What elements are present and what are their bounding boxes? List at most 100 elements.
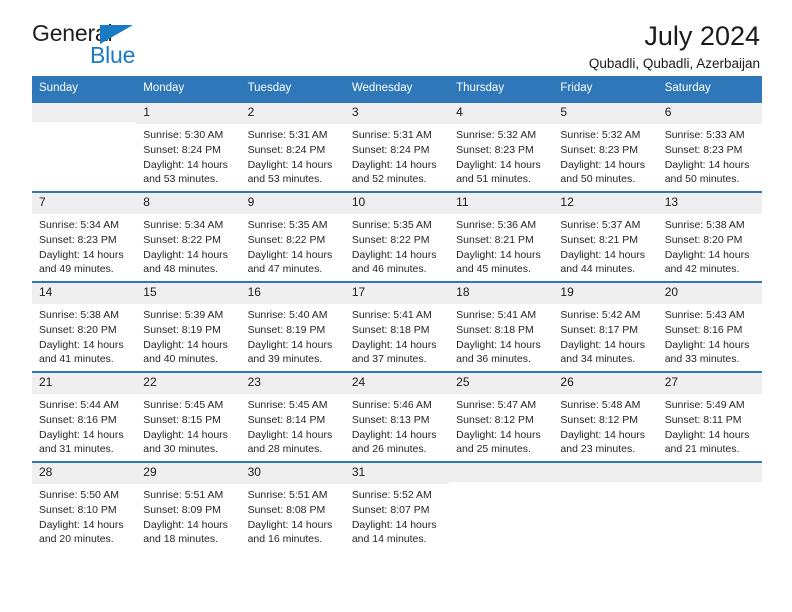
calendar-day-cell[interactable]: 15 Sunrise: 5:39 AM Sunset: 8:19 PM Dayligh… bbox=[136, 282, 241, 371]
daylight-text-line1: Daylight: 14 hours bbox=[351, 518, 437, 531]
daylight-text-line1: Daylight: 14 hours bbox=[351, 248, 437, 261]
day-number: 19 bbox=[553, 282, 658, 304]
daylight-text-line2: and 40 minutes. bbox=[143, 353, 218, 366]
day-number: 5 bbox=[553, 102, 658, 124]
daylight-text-line2: and 20 minutes. bbox=[39, 533, 114, 546]
calendar-day-cell[interactable]: 27 Sunrise: 5:49 AM Sunset: 8:11 PM Dayligh… bbox=[657, 372, 762, 461]
calendar-day-cell[interactable]: 9 Sunrise: 5:35 AM Sunset: 8:22 PM Daylight… bbox=[240, 192, 345, 281]
calendar-day-cell[interactable]: 26 Sunrise: 5:48 AM Sunset: 8:12 PM Dayligh… bbox=[553, 372, 658, 461]
day-details: Sunrise: 5:52 AM Sunset: 8:07 PM Daylight:… bbox=[345, 484, 449, 548]
sunrise-text: Sunrise: 5:39 AM bbox=[143, 308, 224, 321]
day-number: 29 bbox=[136, 462, 241, 484]
calendar-day-cell[interactable]: 12 Sunrise: 5:37 AM Sunset: 8:21 PM Dayligh… bbox=[553, 192, 658, 281]
calendar-day-cell[interactable]: 1 Sunrise: 5:30 AM Sunset: 8:24 PM Daylight… bbox=[136, 102, 241, 191]
day-details: Sunrise: 5:46 AM Sunset: 8:13 PM Daylight:… bbox=[345, 394, 449, 458]
calendar-day-cell[interactable] bbox=[32, 102, 137, 191]
daylight-text-line2: and 36 minutes. bbox=[456, 353, 531, 366]
day-details: Sunrise: 5:37 AM Sunset: 8:21 PM Daylight:… bbox=[553, 214, 657, 278]
calendar-day-cell[interactable]: 25 Sunrise: 5:47 AM Sunset: 8:12 PM Dayligh… bbox=[449, 372, 554, 461]
daylight-text-line2: and 14 minutes. bbox=[351, 533, 427, 546]
sunset-text: Sunset: 8:12 PM bbox=[560, 413, 639, 426]
daylight-text-line1: Daylight: 14 hours bbox=[143, 428, 228, 441]
daylight-text-line2: and 50 minutes. bbox=[664, 173, 740, 186]
day-number: 30 bbox=[240, 462, 345, 484]
day-details: Sunrise: 5:35 AM Sunset: 8:22 PM Daylight:… bbox=[345, 214, 449, 278]
calendar-day-cell[interactable]: 5 Sunrise: 5:32 AM Sunset: 8:23 PM Daylight… bbox=[553, 102, 658, 191]
daylight-text-line1: Daylight: 14 hours bbox=[664, 338, 750, 351]
day-details: Sunrise: 5:31 AM Sunset: 8:24 PM Daylight:… bbox=[241, 124, 345, 188]
daylight-text-line1: Daylight: 14 hours bbox=[664, 158, 750, 171]
day-number: 20 bbox=[657, 282, 762, 304]
calendar-day-cell[interactable] bbox=[657, 462, 762, 551]
day-details: Sunrise: 5:48 AM Sunset: 8:12 PM Daylight:… bbox=[553, 394, 657, 458]
daylight-text-line2: and 25 minutes. bbox=[456, 443, 531, 456]
daylight-text-line1: Daylight: 14 hours bbox=[664, 248, 750, 261]
calendar-day-cell[interactable]: 24 Sunrise: 5:46 AM Sunset: 8:13 PM Dayligh… bbox=[344, 372, 450, 461]
day-number bbox=[32, 102, 137, 122]
calendar-day-cell[interactable]: 31 Sunrise: 5:52 AM Sunset: 8:07 PM Dayligh… bbox=[344, 462, 450, 551]
sunrise-text: Sunrise: 5:50 AM bbox=[39, 488, 119, 501]
sunrise-text: Sunrise: 5:36 AM bbox=[456, 218, 537, 231]
calendar-day-cell[interactable]: 23 Sunrise: 5:45 AM Sunset: 8:14 PM Dayligh… bbox=[240, 372, 345, 461]
calendar-day-cell[interactable]: 13 Sunrise: 5:38 AM Sunset: 8:20 PM Dayligh… bbox=[657, 192, 762, 281]
calendar-page: General Blue July 2024 Qubadli, Qubadli,… bbox=[0, 0, 792, 612]
day-number: 10 bbox=[344, 192, 450, 214]
weekday-header-friday: Friday bbox=[560, 82, 593, 94]
weekday-header-sunday: Sunday bbox=[39, 82, 79, 94]
day-details: Sunrise: 5:40 AM Sunset: 8:19 PM Daylight:… bbox=[241, 304, 345, 368]
daylight-text-line1: Daylight: 14 hours bbox=[456, 338, 541, 351]
sunrise-text: Sunrise: 5:33 AM bbox=[664, 128, 745, 141]
daylight-text-line2: and 30 minutes. bbox=[143, 443, 218, 456]
calendar-day-cell[interactable]: 19 Sunrise: 5:42 AM Sunset: 8:17 PM Dayligh… bbox=[553, 282, 658, 371]
day-details: Sunrise: 5:41 AM Sunset: 8:18 PM Daylight:… bbox=[345, 304, 449, 368]
daylight-text-line1: Daylight: 14 hours bbox=[143, 338, 228, 351]
calendar-day-cell[interactable]: 14 Sunrise: 5:38 AM Sunset: 8:20 PM Dayligh… bbox=[32, 282, 137, 371]
daylight-text-line2: and 50 minutes. bbox=[560, 173, 636, 186]
calendar-day-cell[interactable]: 3 Sunrise: 5:31 AM Sunset: 8:24 PM Daylight… bbox=[344, 102, 450, 191]
calendar-day-cell[interactable]: 21 Sunrise: 5:44 AM Sunset: 8:16 PM Dayligh… bbox=[32, 372, 137, 461]
daylight-text-line2: and 42 minutes. bbox=[664, 263, 740, 276]
calendar-day-cell[interactable]: 16 Sunrise: 5:40 AM Sunset: 8:19 PM Dayligh… bbox=[240, 282, 345, 371]
day-details: Sunrise: 5:32 AM Sunset: 8:23 PM Daylight:… bbox=[449, 124, 553, 188]
day-details bbox=[553, 482, 657, 486]
calendar-day-cell[interactable]: 18 Sunrise: 5:41 AM Sunset: 8:18 PM Dayligh… bbox=[449, 282, 554, 371]
daylight-text-line1: Daylight: 14 hours bbox=[351, 428, 437, 441]
calendar-day-cell[interactable]: 22 Sunrise: 5:45 AM Sunset: 8:15 PM Dayligh… bbox=[136, 372, 241, 461]
daylight-text-line1: Daylight: 14 hours bbox=[247, 158, 333, 171]
calendar-day-cell[interactable]: 20 Sunrise: 5:43 AM Sunset: 8:16 PM Dayligh… bbox=[657, 282, 762, 371]
day-number: 28 bbox=[32, 462, 137, 484]
weekday-header-saturday: Saturday bbox=[664, 82, 711, 94]
daylight-text-line1: Daylight: 14 hours bbox=[143, 518, 228, 531]
sunset-text: Sunset: 8:09 PM bbox=[143, 503, 221, 516]
sunrise-text: Sunrise: 5:37 AM bbox=[560, 218, 641, 231]
day-number: 4 bbox=[449, 102, 554, 124]
sunset-text: Sunset: 8:23 PM bbox=[39, 233, 117, 246]
calendar-day-cell[interactable]: 29 Sunrise: 5:51 AM Sunset: 8:09 PM Dayligh… bbox=[136, 462, 241, 551]
day-number: 14 bbox=[32, 282, 137, 304]
calendar-day-cell[interactable]: 30 Sunrise: 5:51 AM Sunset: 8:08 PM Dayligh… bbox=[240, 462, 345, 551]
calendar-day-cell[interactable]: 10 Sunrise: 5:35 AM Sunset: 8:22 PM Dayligh… bbox=[344, 192, 450, 281]
daylight-text-line2: and 26 minutes. bbox=[351, 443, 427, 456]
daylight-text-line2: and 49 minutes. bbox=[39, 263, 114, 276]
sunrise-text: Sunrise: 5:52 AM bbox=[351, 488, 432, 501]
daylight-text-line2: and 45 minutes. bbox=[456, 263, 531, 276]
calendar-day-cell[interactable]: 28 Sunrise: 5:50 AM Sunset: 8:10 PM Dayligh… bbox=[32, 462, 137, 551]
day-number: 3 bbox=[344, 102, 450, 124]
calendar-day-cell[interactable]: 4 Sunrise: 5:32 AM Sunset: 8:23 PM Daylight… bbox=[449, 102, 554, 191]
calendar-day-cell[interactable]: 2 Sunrise: 5:31 AM Sunset: 8:24 PM Daylight… bbox=[240, 102, 345, 191]
sunrise-text: Sunrise: 5:44 AM bbox=[39, 398, 119, 411]
calendar-day-cell[interactable] bbox=[553, 462, 658, 551]
calendar-day-cell[interactable] bbox=[449, 462, 554, 551]
calendar-day-cell[interactable]: 6 Sunrise: 5:33 AM Sunset: 8:23 PM Daylight… bbox=[657, 102, 762, 191]
calendar-day-cell[interactable]: 17 Sunrise: 5:41 AM Sunset: 8:18 PM Dayligh… bbox=[344, 282, 450, 371]
day-details: Sunrise: 5:32 AM Sunset: 8:23 PM Daylight:… bbox=[553, 124, 657, 188]
calendar-day-cell[interactable]: 8 Sunrise: 5:34 AM Sunset: 8:22 PM Daylight… bbox=[136, 192, 241, 281]
sunset-text: Sunset: 8:20 PM bbox=[39, 323, 117, 336]
daylight-text-line1: Daylight: 14 hours bbox=[143, 158, 228, 171]
calendar-day-cell[interactable]: 11 Sunrise: 5:36 AM Sunset: 8:21 PM Dayligh… bbox=[449, 192, 554, 281]
daylight-text-line2: and 16 minutes. bbox=[247, 533, 323, 546]
day-details: Sunrise: 5:39 AM Sunset: 8:19 PM Daylight:… bbox=[136, 304, 240, 368]
general-blue-logo[interactable]: General Blue bbox=[32, 22, 162, 74]
calendar-day-cell[interactable]: 7 Sunrise: 5:34 AM Sunset: 8:23 PM Daylight… bbox=[32, 192, 137, 281]
sunrise-text: Sunrise: 5:41 AM bbox=[351, 308, 432, 321]
